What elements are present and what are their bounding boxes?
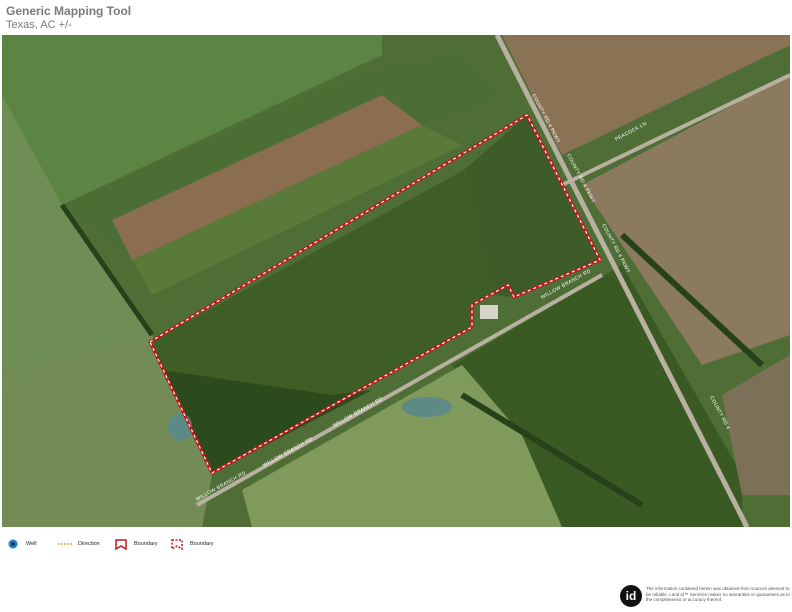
direction-icon (58, 538, 72, 550)
homestead-buildings (480, 305, 498, 319)
boundary-dashed-icon (170, 538, 184, 550)
legend-boundary-dashed: Boundary (170, 538, 214, 550)
disclaimer-text: The information contained herein was obt… (646, 586, 790, 602)
legend-boundary-solid: Boundary (114, 538, 158, 550)
map-subtitle: Texas, AC +/- (6, 19, 72, 31)
legend-label: Well (26, 541, 37, 547)
legend-label: Boundary (190, 541, 214, 547)
legend-label: Direction (78, 541, 100, 547)
landid-logo: id (620, 585, 642, 607)
legend-label: Boundary (134, 541, 158, 547)
map-title: Generic Mapping Tool (6, 4, 132, 18)
map-legend: Well Direction Boundary Boundary (0, 538, 792, 552)
pond-1 (402, 397, 452, 417)
satellite-map[interactable]: COUNTY RD 4 PKWY COUNTY RD 4 PKWY COUNTY… (2, 35, 790, 527)
boundary-solid-icon (114, 538, 128, 550)
pond-2 (168, 413, 192, 441)
legend-well: Well (6, 538, 37, 550)
legend-direction: Direction (58, 538, 100, 550)
map-canvas[interactable]: COUNTY RD 4 PKWY COUNTY RD 4 PKWY COUNTY… (2, 35, 790, 527)
well-icon (6, 538, 20, 550)
